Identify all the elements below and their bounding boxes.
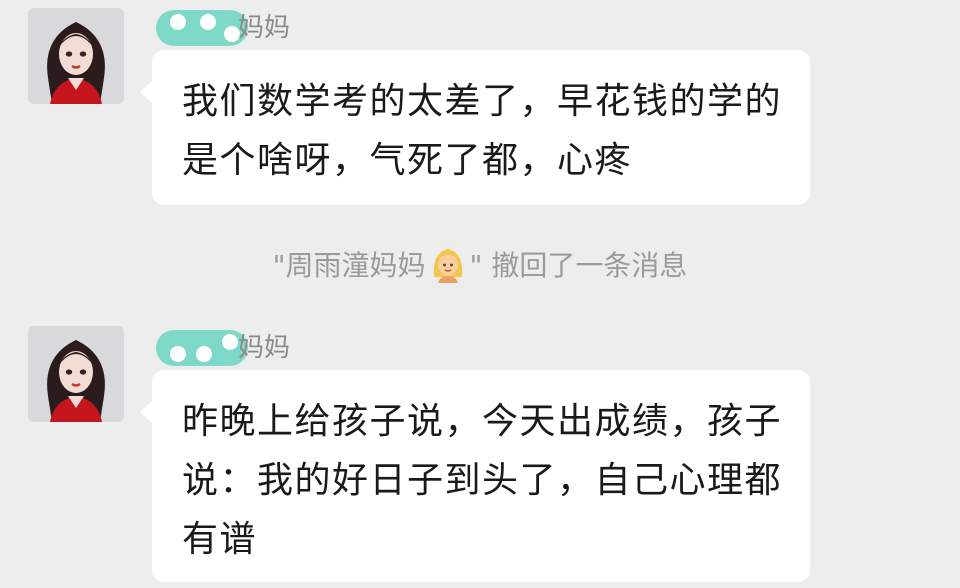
message-bubble[interactable]: 我们数学考的太差了，早花钱的学的是个啥呀，气死了都，心疼 bbox=[140, 50, 810, 205]
sender-name-text: 妈妈 bbox=[238, 333, 291, 363]
sender-name: 妈妈 bbox=[156, 328, 316, 368]
recall-notice: "周雨潼妈妈 " 撤回了一条消息 bbox=[0, 242, 960, 290]
sender-name: 妈妈 bbox=[156, 8, 316, 48]
sender-name-text: 妈妈 bbox=[238, 13, 291, 43]
name-privacy-mask bbox=[156, 330, 248, 366]
quote-close: " bbox=[469, 249, 483, 282]
message-text: 我们数学考的太差了，早花钱的学的是个啥呀，气死了都，心疼 bbox=[182, 81, 783, 181]
sender-avatar[interactable] bbox=[28, 8, 124, 104]
sender-avatar[interactable] bbox=[28, 326, 124, 422]
avatar-illustration bbox=[28, 326, 124, 422]
avatar-illustration bbox=[28, 8, 124, 104]
quote-open: " bbox=[272, 249, 286, 282]
recall-action-text: 撤回了一条消息 bbox=[482, 249, 688, 282]
recalled-sender-name: 周雨潼妈妈 bbox=[285, 249, 426, 282]
person-blond-hair-emoji-icon bbox=[428, 243, 468, 283]
message-text: 昨晚上给孩子说，今天出成绩，孩子说：我的好日子到头了，自己心理都有谱 bbox=[182, 401, 783, 560]
message-bubble[interactable]: 昨晚上给孩子说，今天出成绩，孩子说：我的好日子到头了，自己心理都有谱 bbox=[140, 370, 810, 582]
chat-area: 妈妈 我们数学考的太差了，早花钱的学的是个啥呀，气死了都，心疼 "周雨潼妈妈 "… bbox=[0, 0, 960, 588]
name-privacy-mask bbox=[156, 10, 248, 46]
